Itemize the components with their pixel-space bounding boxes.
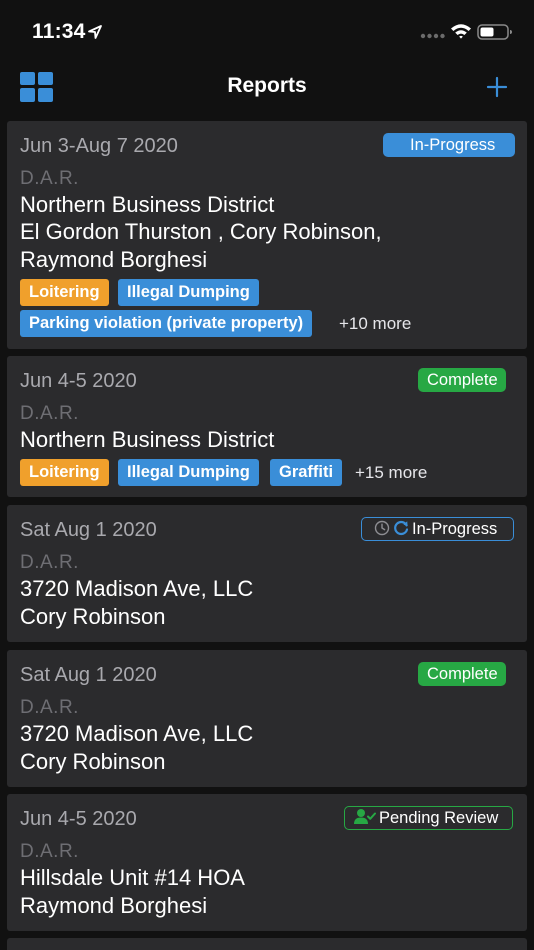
report-card[interactable]: Sat Aug 1 2020 Complete D.A.R. 3720 Madi… xyxy=(7,650,527,787)
wifi-icon xyxy=(451,24,471,39)
more-tags-count: +10 more xyxy=(339,314,412,333)
report-type: D.A.R. xyxy=(20,841,79,862)
more-tags-count: +15 more xyxy=(355,463,428,482)
tag-illegal-dumping: Illegal Dumping xyxy=(118,459,259,486)
refresh-icon xyxy=(394,521,409,536)
tag-graffiti: Graffiti xyxy=(270,459,343,486)
report-date: Sat Aug 1 2020 xyxy=(20,519,157,541)
report-location: 3720 Madison Ave, LLC xyxy=(20,576,254,601)
report-location: Northern Business District xyxy=(20,427,275,452)
report-card[interactable]: Sat Aug 1 2020 In-Progress D.A.R. 3720 M… xyxy=(7,505,527,642)
tag-loitering: Loitering xyxy=(20,279,109,306)
cellular-signal-icon xyxy=(420,33,445,39)
status-badge: Complete xyxy=(418,662,506,686)
add-report-icon[interactable] xyxy=(484,74,510,100)
status-badge: Complete xyxy=(418,368,506,392)
status-bar: 11:34 xyxy=(0,0,534,62)
clock-icon xyxy=(374,520,390,535)
report-card-partial[interactable] xyxy=(7,938,527,950)
report-officers: El Gordon Thurston , Cory Robinson, xyxy=(20,219,382,244)
report-card[interactable]: Jun 3-Aug 7 2020 In-Progress D.A.R. Nort… xyxy=(7,121,527,349)
report-officers: Cory Robinson xyxy=(20,604,166,629)
status-badge: Pending Review xyxy=(344,806,513,830)
report-card[interactable]: Jun 4-5 2020 Pending Review D.A.R. Hills… xyxy=(7,794,527,931)
report-officers: Cory Robinson xyxy=(20,749,166,774)
report-type: D.A.R. xyxy=(20,697,79,718)
battery-icon xyxy=(477,24,512,40)
user-check-icon xyxy=(354,809,376,825)
page-title: Reports xyxy=(227,74,307,97)
report-location: Hillsdale Unit #14 HOA xyxy=(20,865,245,890)
navigation-bar: Reports xyxy=(0,62,534,114)
report-officers: Raymond Borghesi xyxy=(20,893,208,918)
tag-parking-violation: Parking violation (private property) xyxy=(20,310,313,337)
report-location: Northern Business District xyxy=(20,192,275,217)
report-date: Sat Aug 1 2020 xyxy=(20,664,157,686)
status-badge: In-Progress xyxy=(361,517,514,541)
tag-loitering: Loitering xyxy=(20,459,109,486)
report-card[interactable]: Jun 4-5 2020 Complete D.A.R. Northern Bu… xyxy=(7,356,527,497)
report-type: D.A.R. xyxy=(20,403,79,424)
report-officers-cont: Raymond Borghesi xyxy=(20,247,208,272)
report-location: 3720 Madison Ave, LLC xyxy=(20,721,254,746)
status-badge: In-Progress xyxy=(383,133,515,157)
report-type: D.A.R. xyxy=(20,552,79,573)
location-arrow-icon xyxy=(88,25,102,39)
status-time: 11:34 xyxy=(32,20,86,43)
tag-illegal-dumping: Illegal Dumping xyxy=(118,279,259,306)
report-date: Jun 3-Aug 7 2020 xyxy=(20,135,178,157)
report-date: Jun 4-5 2020 xyxy=(20,370,137,392)
report-type: D.A.R. xyxy=(20,168,79,189)
report-date: Jun 4-5 2020 xyxy=(20,808,137,830)
